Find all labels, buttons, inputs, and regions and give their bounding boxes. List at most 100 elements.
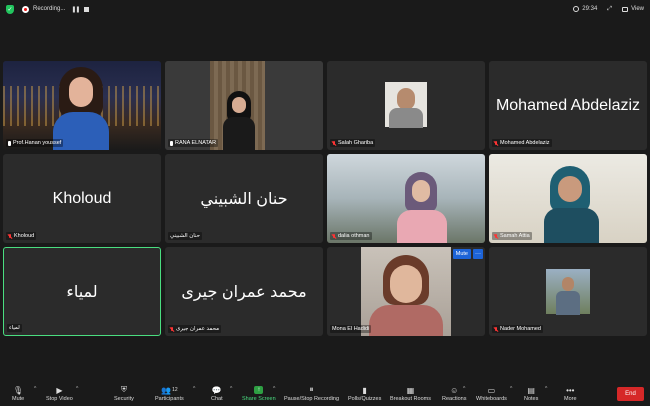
participant-hover-controls: Mute ···: [452, 249, 483, 259]
participant-name: Kholoud: [14, 233, 35, 239]
mic-on-icon: [170, 140, 173, 146]
view-button-label: View: [631, 6, 644, 12]
video-camera-icon: ▶: [56, 385, 63, 395]
polls-quizzes-button[interactable]: ▮ Polls/Quizzes: [348, 382, 381, 406]
participant-video: [223, 91, 255, 150]
recording-indicator-icon: [22, 5, 29, 13]
pause-stop-recording-button[interactable]: ⏸ Pause/Stop Recording: [284, 382, 339, 406]
whiteboards-button-label: Whiteboards: [476, 396, 507, 402]
participant-name-label: Mona El Hadidi: [330, 325, 372, 333]
participant-tile[interactable]: Salah Ghariba: [327, 61, 485, 150]
more-options-button[interactable]: ···: [473, 249, 483, 259]
more-button[interactable]: ••• More: [564, 382, 577, 406]
more-button-label: More: [564, 396, 577, 402]
whiteboards-button[interactable]: ▭ Whiteboards: [476, 382, 507, 406]
notes-icon: ▤: [527, 385, 535, 395]
mic-muted-icon: [494, 233, 498, 239]
profile-photo: [385, 82, 427, 128]
video-options-chevron-icon[interactable]: ^: [76, 386, 78, 392]
mic-on-icon: [8, 140, 11, 146]
participant-tile[interactable]: Mohamed Abdelaziz Mohamed Abdelaziz: [489, 61, 647, 150]
mute-button-label: Mute: [12, 396, 25, 402]
audio-options-chevron-icon[interactable]: ^: [34, 386, 36, 392]
mic-muted-icon: [494, 140, 498, 146]
meeting-timer-label: 29:34: [582, 6, 598, 12]
mute-participant-button[interactable]: Mute: [452, 249, 471, 259]
chat-options-chevron-icon[interactable]: ^: [230, 386, 232, 392]
share-screen-button-label: Share Screen: [242, 396, 276, 402]
participant-name: RANA ELNATAR: [175, 140, 217, 146]
participant-name-label: RANA ELNATAR: [168, 139, 219, 147]
shield-icon: ⛨: [120, 385, 127, 394]
participant-tile[interactable]: Prof.Hanan youssef: [3, 61, 161, 150]
participant-tile-active-speaker[interactable]: لمياء لمياء: [3, 247, 161, 336]
participant-tile[interactable]: Samah Attia: [489, 154, 647, 243]
participant-video: [397, 172, 447, 243]
participants-count: 12: [172, 387, 178, 393]
participant-video: [544, 166, 599, 243]
stop-video-button-label: Stop Video: [46, 396, 73, 402]
gallery-view-grid: Prof.Hanan youssef RANA ELNATAR Salah Gh…: [3, 61, 648, 336]
participant-name: Mona El Hadidi: [332, 326, 370, 332]
participant-name-label: Kholoud: [6, 232, 37, 240]
participant-name-label: Prof.Hanan youssef: [6, 139, 64, 147]
whiteboard-icon: ▭: [487, 385, 496, 395]
end-meeting-button[interactable]: End: [617, 387, 644, 401]
breakout-rooms-label: Breakout Rooms: [390, 396, 431, 402]
mic-muted-icon: [332, 233, 336, 239]
notes-button[interactable]: ▤ Notes: [524, 382, 538, 406]
reactions-options-chevron-icon[interactable]: ^: [463, 386, 465, 392]
whiteboards-options-chevron-icon[interactable]: ^: [510, 386, 512, 392]
participant-name-label: Mohamed Abdelaziz: [492, 139, 552, 147]
participant-name-label: dalia othman: [330, 232, 372, 240]
meeting-top-bar: Recording... ❚❚ 29:34 ⤢ View: [0, 0, 650, 18]
participant-display-name: حنان الشبيني: [200, 190, 288, 208]
participant-tile[interactable]: Nader Mohamed: [489, 247, 647, 336]
security-button[interactable]: ⛨ Security: [114, 382, 134, 406]
encryption-shield-icon[interactable]: [6, 4, 14, 14]
participant-name-label: محمد عمران جيرى: [168, 325, 222, 333]
pause-recording-icon[interactable]: ❚❚: [71, 6, 80, 13]
breakout-rooms-button[interactable]: ▦ Breakout Rooms: [390, 382, 431, 406]
participant-tile[interactable]: dalia othman: [327, 154, 485, 243]
pause-stop-recording-icon: ⏸: [309, 385, 314, 394]
chat-bubble-icon: 💬: [211, 385, 222, 395]
view-button[interactable]: View: [622, 6, 644, 12]
participant-tile[interactable]: حنان الشبيني حنان الشبيني: [165, 154, 323, 243]
share-screen-icon: ↑: [254, 386, 264, 394]
profile-photo: [361, 247, 451, 336]
stop-recording-icon[interactable]: [84, 6, 90, 12]
participant-name: Prof.Hanan youssef: [13, 140, 62, 146]
participant-name-label: Salah Ghariba: [330, 139, 376, 147]
breakout-rooms-icon: ▦: [406, 385, 415, 395]
participant-name: dalia othman: [338, 233, 370, 239]
participant-display-name: لمياء: [66, 283, 98, 301]
participant-display-name: Kholoud: [52, 189, 112, 207]
mute-button[interactable]: 🎙 Mute: [12, 382, 24, 406]
participant-video: [53, 67, 109, 150]
share-options-chevron-icon[interactable]: ^: [273, 386, 275, 392]
reactions-button-label: Reactions: [442, 396, 467, 402]
participants-button[interactable]: 👥 12 Participants: [155, 382, 184, 406]
participant-name-label: Nader Mohamed: [492, 325, 543, 333]
participant-display-name: محمد عمران جيرى: [181, 283, 307, 301]
chat-button[interactable]: 💬 Chat: [211, 382, 223, 406]
smiley-icon: ☺: [450, 385, 459, 395]
participant-name: Samah Attia: [500, 233, 530, 239]
participants-options-chevron-icon[interactable]: ^: [193, 386, 195, 392]
meeting-timer: 29:34: [573, 6, 597, 12]
share-screen-button[interactable]: ↑ Share Screen: [242, 382, 276, 406]
participant-name: محمد عمران جيرى: [176, 326, 220, 332]
stop-video-button[interactable]: ▶ Stop Video: [46, 382, 73, 406]
participant-tile[interactable]: محمد عمران جيرى محمد عمران جيرى: [165, 247, 323, 336]
participant-name-label: حنان الشبيني: [168, 232, 202, 240]
participant-tile[interactable]: Mute ··· Mona El Hadidi: [327, 247, 485, 336]
participant-tile[interactable]: Kholoud Kholoud: [3, 154, 161, 243]
participant-tile[interactable]: RANA ELNATAR: [165, 61, 323, 150]
notes-options-chevron-icon[interactable]: ^: [545, 386, 547, 392]
fullscreen-icon[interactable]: ⤢: [607, 6, 612, 13]
chat-button-label: Chat: [211, 396, 223, 402]
meeting-controls-toolbar: 🎙 Mute ^ ▶ Stop Video ^ ⛨ Security 👥 12 P…: [0, 382, 650, 406]
pause-stop-recording-label: Pause/Stop Recording: [284, 396, 340, 402]
participant-name-label: Samah Attia: [492, 232, 532, 240]
